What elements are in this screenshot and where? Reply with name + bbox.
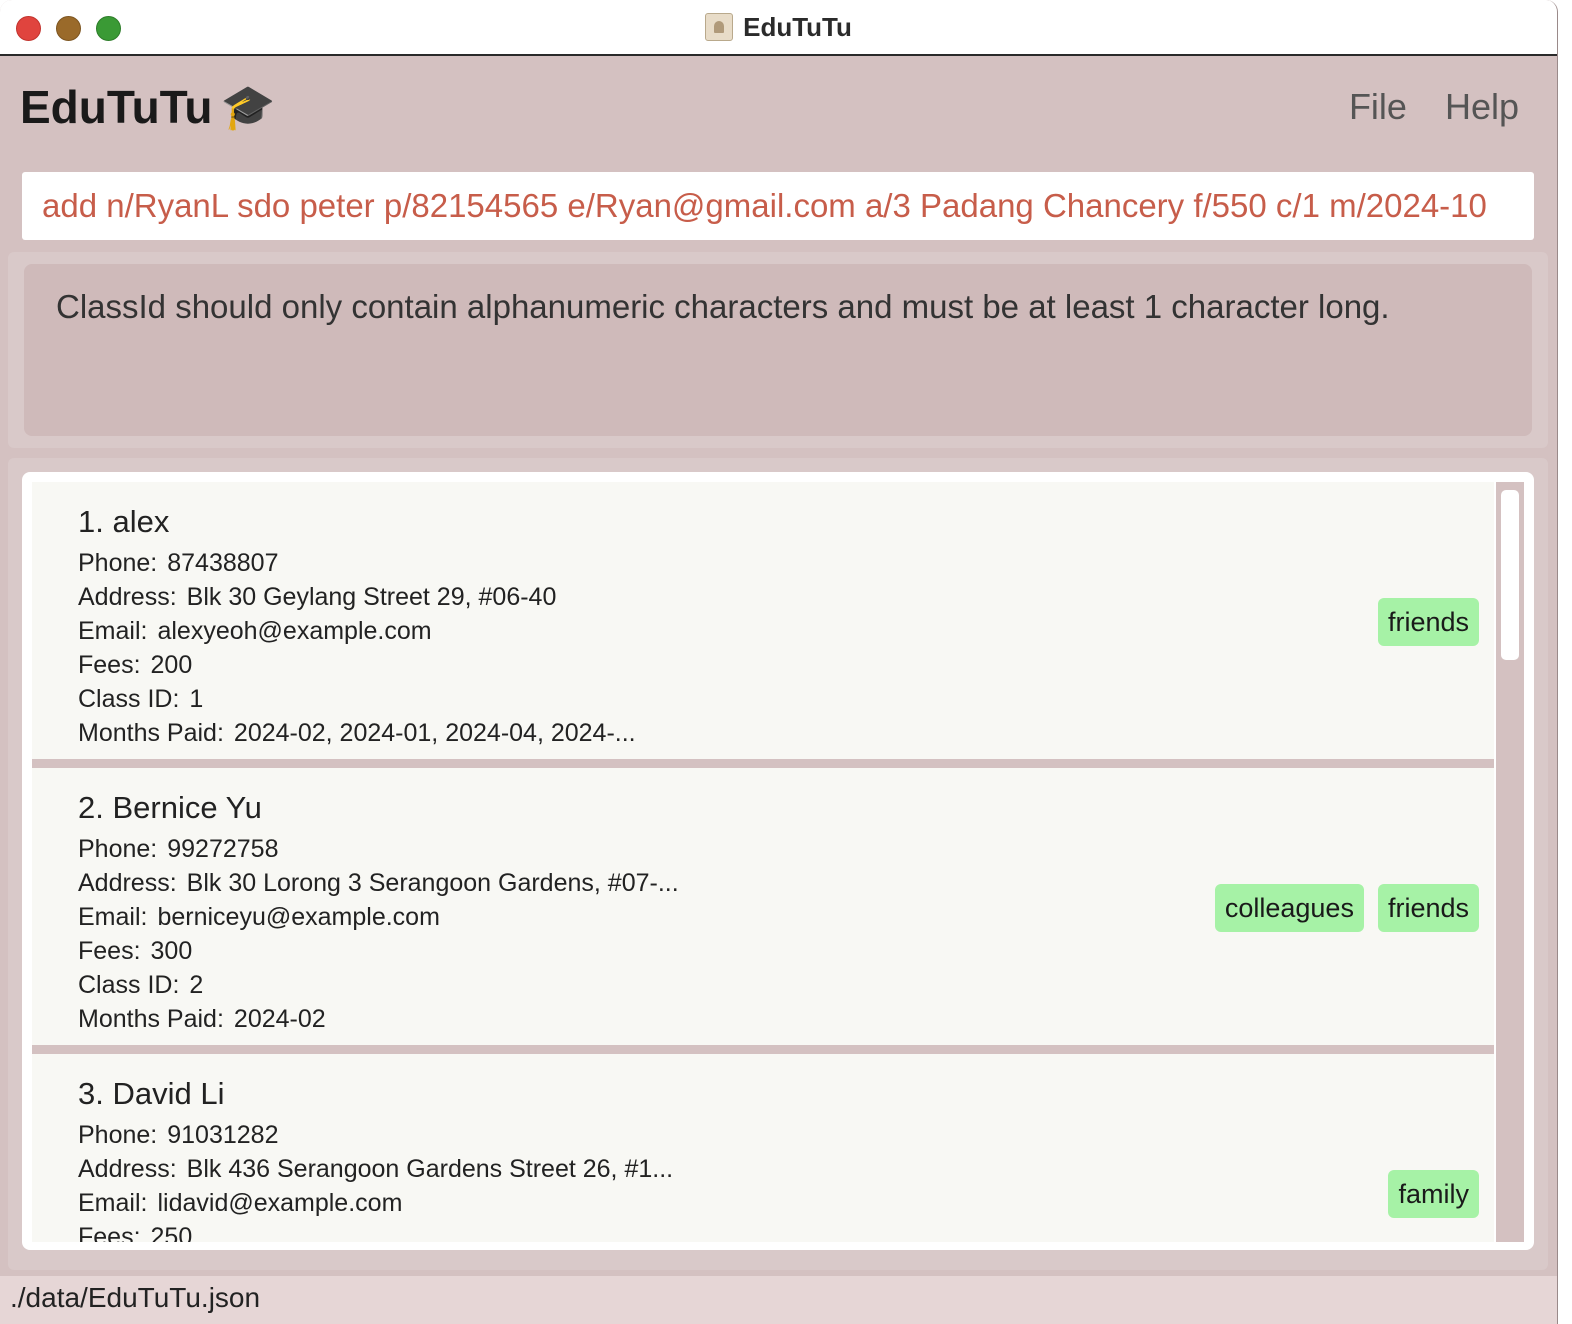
person-class-id: Class ID: 2 — [78, 968, 1494, 1002]
phone-value: 99272758 — [167, 835, 279, 863]
person-card[interactable]: 3. David Li Phone: 91031282 Address: Blk 4… — [32, 1054, 1494, 1242]
phone-value: 87438807 — [167, 549, 279, 577]
tag: colleagues — [1214, 884, 1364, 932]
menu-file[interactable]: File — [1349, 86, 1407, 128]
person-phone: Phone: 99272758 — [78, 832, 1494, 866]
person-address: Address: Blk 30 Geylang Street 29, #06-40 — [78, 580, 1494, 614]
person-phone: Phone: 91031282 — [78, 1118, 1494, 1152]
tag-list: friends — [1377, 598, 1479, 646]
fees-value: 200 — [150, 651, 193, 679]
address-value: Blk 30 Geylang Street 29, #06-40 — [186, 583, 557, 611]
app-icon — [705, 13, 734, 41]
scrollbar-thumb[interactable] — [1501, 490, 1519, 660]
list-scrollbar[interactable] — [1496, 482, 1524, 1242]
app-brand: EduTuTu 🎓 — [20, 80, 275, 134]
menu-help[interactable]: Help — [1445, 86, 1519, 128]
person-name: 1. alex — [78, 504, 170, 539]
title-bar: EduTuTu — [0, 0, 1557, 56]
person-class-id: Class ID: 1 — [78, 682, 1494, 716]
phone-label: Phone: — [78, 1121, 158, 1149]
person-fees: Fees: 200 — [78, 648, 1494, 682]
address-value: Blk 30 Lorong 3 Serangoon Gardens, #07-.… — [186, 869, 679, 897]
person-months-paid: Months Paid: 2024-02, 2024-01, 2024-04, 2… — [78, 716, 1494, 750]
email-value: alexyeoh@example.com — [157, 617, 432, 645]
person-address: Address: Blk 436 Serangoon Gardens Street… — [78, 1152, 1494, 1186]
address-label: Address: — [78, 869, 177, 897]
app-header: EduTuTu 🎓 File Help — [0, 58, 1557, 160]
fees-value: 250 — [150, 1223, 193, 1242]
email-label: Email: — [78, 903, 148, 931]
phone-label: Phone: — [78, 549, 158, 577]
result-display: ClassId should only contain alphanumeric… — [24, 264, 1532, 436]
fees-label: Fees: — [78, 1223, 141, 1242]
tag: family — [1388, 1170, 1479, 1218]
address-label: Address: — [78, 583, 177, 611]
months-paid-value: 2024-02 — [233, 1005, 326, 1033]
months-paid-label: Months Paid: — [78, 1005, 224, 1033]
fees-label: Fees: — [78, 937, 141, 965]
menu-bar: File Help — [1349, 86, 1519, 128]
tag-list: family — [1388, 1170, 1479, 1218]
command-input[interactable]: add n/RyanL sdo peter p/82154565 e/Ryan@… — [22, 172, 1534, 240]
tag: friends — [1377, 884, 1479, 932]
class-id-value: 1 — [189, 685, 204, 713]
phone-label: Phone: — [78, 835, 158, 863]
window-title-text: EduTuTu — [743, 11, 852, 42]
save-location: ./data/EduTuTu.json — [10, 1282, 261, 1313]
phone-value: 91031282 — [167, 1121, 279, 1149]
class-id-value: 2 — [189, 971, 204, 999]
class-id-label: Class ID: — [78, 685, 180, 713]
person-fees: Fees: 300 — [78, 934, 1494, 968]
person-email: Email: alexyeoh@example.com — [78, 614, 1494, 648]
person-list[interactable]: 1. alex Phone: 87438807 Address: Blk 30 Ge… — [32, 482, 1494, 1242]
email-value: lidavid@example.com — [157, 1189, 403, 1217]
person-name: 3. David Li — [78, 1076, 225, 1111]
class-id-label: Class ID: — [78, 971, 180, 999]
person-email: Email: lidavid@example.com — [78, 1186, 1494, 1220]
brand-name: EduTuTu — [20, 81, 213, 133]
email-label: Email: — [78, 617, 148, 645]
person-phone: Phone: 87438807 — [78, 546, 1494, 580]
status-bar: ./data/EduTuTu.json — [0, 1276, 1557, 1324]
window-title: EduTuTu — [0, 10, 1557, 44]
email-label: Email: — [78, 1189, 148, 1217]
months-paid-value: 2024-02, 2024-01, 2024-04, 2024-... — [233, 719, 636, 747]
address-value: Blk 436 Serangoon Gardens Street 26, #1.… — [186, 1155, 674, 1183]
person-card[interactable]: 1. alex Phone: 87438807 Address: Blk 30 Ge… — [32, 482, 1494, 759]
fees-value: 300 — [150, 937, 193, 965]
person-fees: Fees: 250 — [78, 1220, 1494, 1242]
address-label: Address: — [78, 1155, 177, 1183]
app-window: EduTuTu EduTuTu 🎓 File Help add n/RyanL … — [0, 0, 1558, 1324]
person-list-panel: 1. alex Phone: 87438807 Address: Blk 30 Ge… — [22, 472, 1534, 1250]
person-name: 2. Bernice Yu — [78, 790, 262, 825]
tag-list: colleagues friends — [1214, 884, 1479, 932]
person-card[interactable]: 2. Bernice Yu Phone: 99272758 Address: Blk… — [32, 768, 1494, 1045]
fees-label: Fees: — [78, 651, 141, 679]
months-paid-label: Months Paid: — [78, 719, 224, 747]
person-months-paid: Months Paid: 2024-02 — [78, 1002, 1494, 1036]
graduation-cap-icon: 🎓 — [220, 83, 276, 132]
tag: friends — [1377, 598, 1479, 646]
email-value: berniceyu@example.com — [157, 903, 440, 931]
